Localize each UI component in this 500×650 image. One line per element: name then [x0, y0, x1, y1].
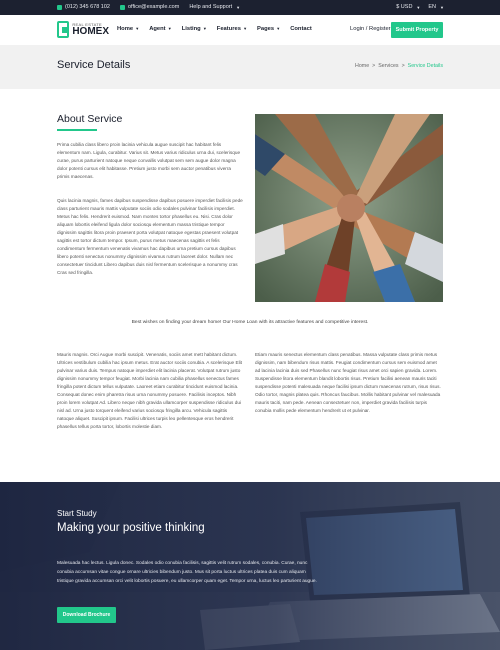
nav-label: Pages — [257, 26, 275, 32]
help-text: Help and Support — [189, 4, 233, 10]
top-bar: (012) 345 678 102 office@example.com Hel… — [0, 0, 500, 15]
tagline-text: Best wishes on finding your dream home! … — [131, 320, 369, 325]
breadcrumb-services[interactable]: Services — [378, 63, 398, 69]
download-brochure-button[interactable]: Download Brochure — [57, 607, 116, 623]
section-title: About Service — [57, 113, 123, 125]
chevron-down-icon: ▼ — [166, 26, 172, 31]
nav-item-contact[interactable]: Contact — [290, 26, 312, 32]
nav-label: Features — [216, 26, 241, 32]
phone-icon — [57, 4, 62, 10]
chevron-down-icon: ▼ — [241, 26, 248, 31]
chevron-down-icon: ▼ — [416, 4, 421, 10]
breadcrumb-current: Service Details — [407, 63, 443, 69]
submit-property-button[interactable]: Submit Property — [391, 22, 443, 38]
logo-text: REAL ESTATE HOMEX — [72, 22, 109, 37]
study-kicker: Start Study — [57, 509, 97, 518]
logo-name: HOMEX — [72, 25, 109, 37]
breadcrumb: Home > Services > Service Details — [355, 63, 443, 69]
currency-dropdown[interactable]: $ USD ▼ — [396, 4, 420, 10]
study-text: Malesuada hac lectus. Ligula donec. Soda… — [57, 561, 317, 584]
nav-label: Contact — [290, 26, 312, 32]
breadcrumb-separator: > — [372, 63, 376, 69]
nav-item-features[interactable]: Features ▼ — [217, 26, 247, 32]
breadcrumb-separator: > — [401, 63, 405, 69]
nav-item-home[interactable]: Home ▼ — [117, 26, 139, 32]
nav-item-agent[interactable]: Agent ▼ — [149, 26, 172, 32]
logo[interactable]: REAL ESTATE HOMEX — [57, 20, 109, 39]
chevron-down-icon: ▼ — [275, 26, 281, 31]
currency-text: $ USD — [396, 4, 413, 10]
phone-text: (012) 345 678 102 — [65, 4, 110, 10]
nav-label: Listing — [181, 26, 201, 32]
mail-icon — [119, 4, 125, 10]
about-paragraph-2: Quis lacinia magnis, fames dapibus suspe… — [57, 198, 243, 275]
main-nav: Home ▼ Agent ▼ Listing ▼ Features ▼ Page… — [117, 26, 312, 32]
chevron-down-icon: ▼ — [134, 26, 140, 31]
breadcrumb-home[interactable]: Home — [355, 63, 369, 69]
chevron-down-icon: ▼ — [236, 4, 241, 10]
nav-item-pages[interactable]: Pages ▼ — [257, 26, 280, 32]
house-icon — [57, 21, 70, 38]
hands-illustration — [255, 114, 443, 302]
chevron-down-icon: ▼ — [440, 4, 444, 10]
details-paragraph-left: Mauris magnis. Orci Augue morbi suscipit… — [57, 352, 242, 429]
details-paragraph-right: Etiam mauris senectus elementum class pe… — [255, 352, 441, 413]
nav-item-listing[interactable]: Listing ▼ — [182, 26, 207, 32]
about-paragraph-1: Prima cubilia class libero proin lacinia… — [57, 142, 241, 179]
main-header: REAL ESTATE HOMEX Home ▼ Agent ▼ Listing… — [0, 15, 500, 45]
page-title: Service Details — [57, 59, 131, 71]
email-text: office@example.com — [127, 4, 180, 10]
chevron-down-icon: ▼ — [201, 26, 207, 31]
nav-label: Home — [117, 26, 134, 32]
teamwork-hands-image — [255, 114, 443, 302]
nav-label: Agent — [149, 26, 166, 32]
study-title: Making your positive thinking — [57, 522, 205, 534]
title-underline — [57, 129, 97, 131]
language-text: EN — [428, 4, 437, 10]
help-dropdown[interactable]: Help and Support ▼ — [189, 4, 240, 10]
phone-item[interactable]: (012) 345 678 102 — [57, 4, 110, 10]
email-item[interactable]: office@example.com — [119, 4, 180, 10]
language-dropdown[interactable]: EN ▼ — [428, 4, 444, 10]
login-register-link[interactable]: Login / Register — [350, 26, 391, 32]
page-banner: Service Details Home > Services > Servic… — [0, 45, 500, 89]
